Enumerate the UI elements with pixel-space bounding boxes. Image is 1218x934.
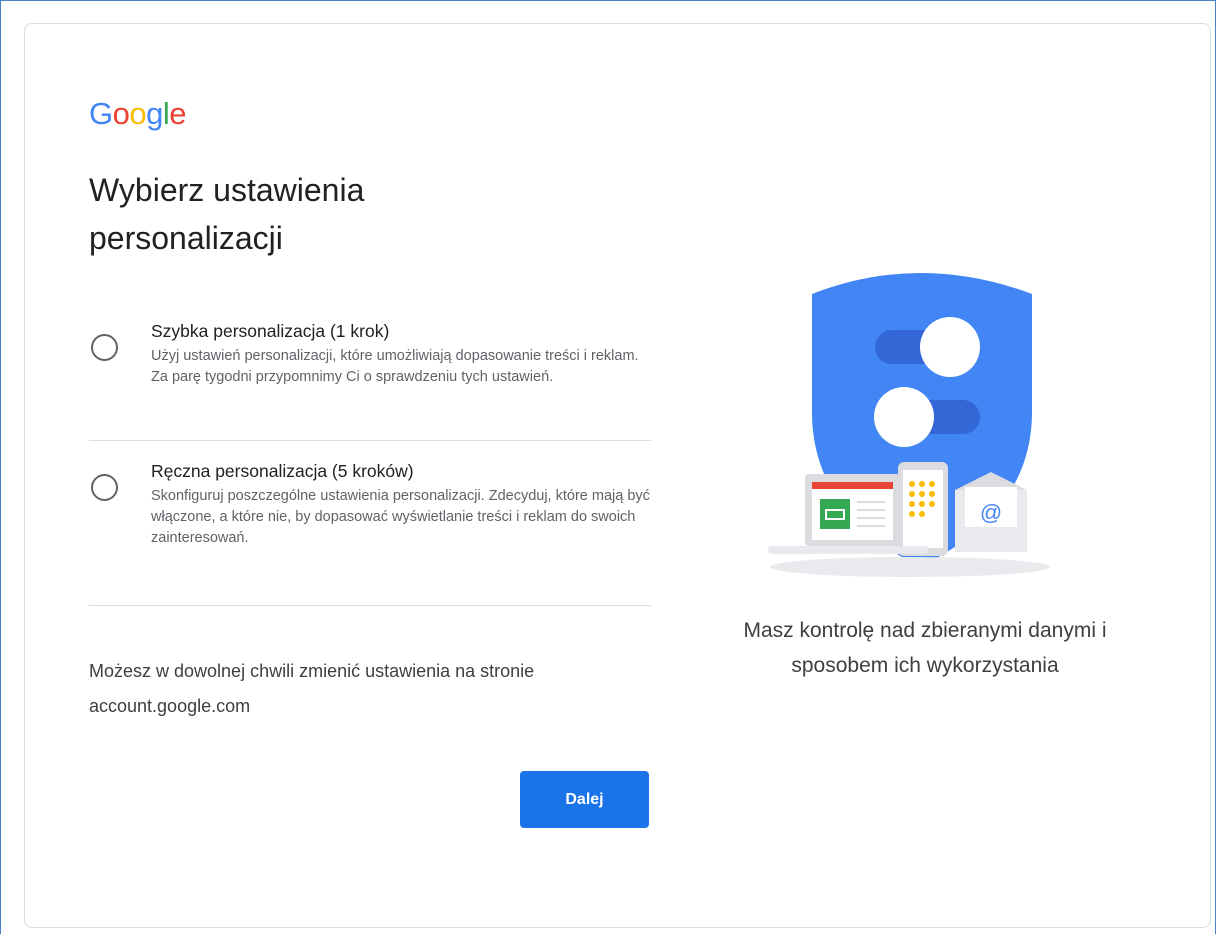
option-title: Szybka personalizacja (1 krok) xyxy=(151,321,390,341)
privacy-shield-illustration: @ xyxy=(768,273,1050,577)
option-description: Skonfiguruj poszczególne ustawienia pers… xyxy=(151,488,650,546)
logo-letter: g xyxy=(146,96,163,131)
google-logo: Google xyxy=(89,96,187,132)
page-title: Wybierz ustawienia personalizacji xyxy=(89,172,365,256)
option-manual-personalization[interactable]: Ręczna personalizacja (5 kroków) Skonfig… xyxy=(89,458,651,606)
logo-letter: G xyxy=(89,96,113,131)
radio-quick[interactable] xyxy=(91,334,118,361)
settings-note: Możesz w dowolnej chwili zmienić ustawie… xyxy=(89,661,535,716)
svg-text:@: @ xyxy=(980,500,1002,525)
option-title: Ręczna personalizacja (5 kroków) xyxy=(151,461,414,481)
option-description: Użyj ustawień personalizacji, które umoż… xyxy=(151,348,639,385)
logo-letter: e xyxy=(169,96,187,131)
radio-manual[interactable] xyxy=(91,474,118,501)
logo-letter: o xyxy=(129,96,147,131)
next-button[interactable]: Dalej xyxy=(520,771,649,828)
phone-icon xyxy=(898,462,948,556)
illustration-caption: Masz kontrolę nad zbieranymi danymi i sp… xyxy=(743,619,1107,677)
logo-letter: o xyxy=(112,96,130,131)
toggle-knob-top xyxy=(920,317,980,377)
toggle-knob-bottom xyxy=(874,387,934,447)
devices-shadow xyxy=(770,557,1050,577)
option-quick-personalization[interactable]: Szybka personalizacja (1 krok) Użyj usta… xyxy=(89,318,651,441)
